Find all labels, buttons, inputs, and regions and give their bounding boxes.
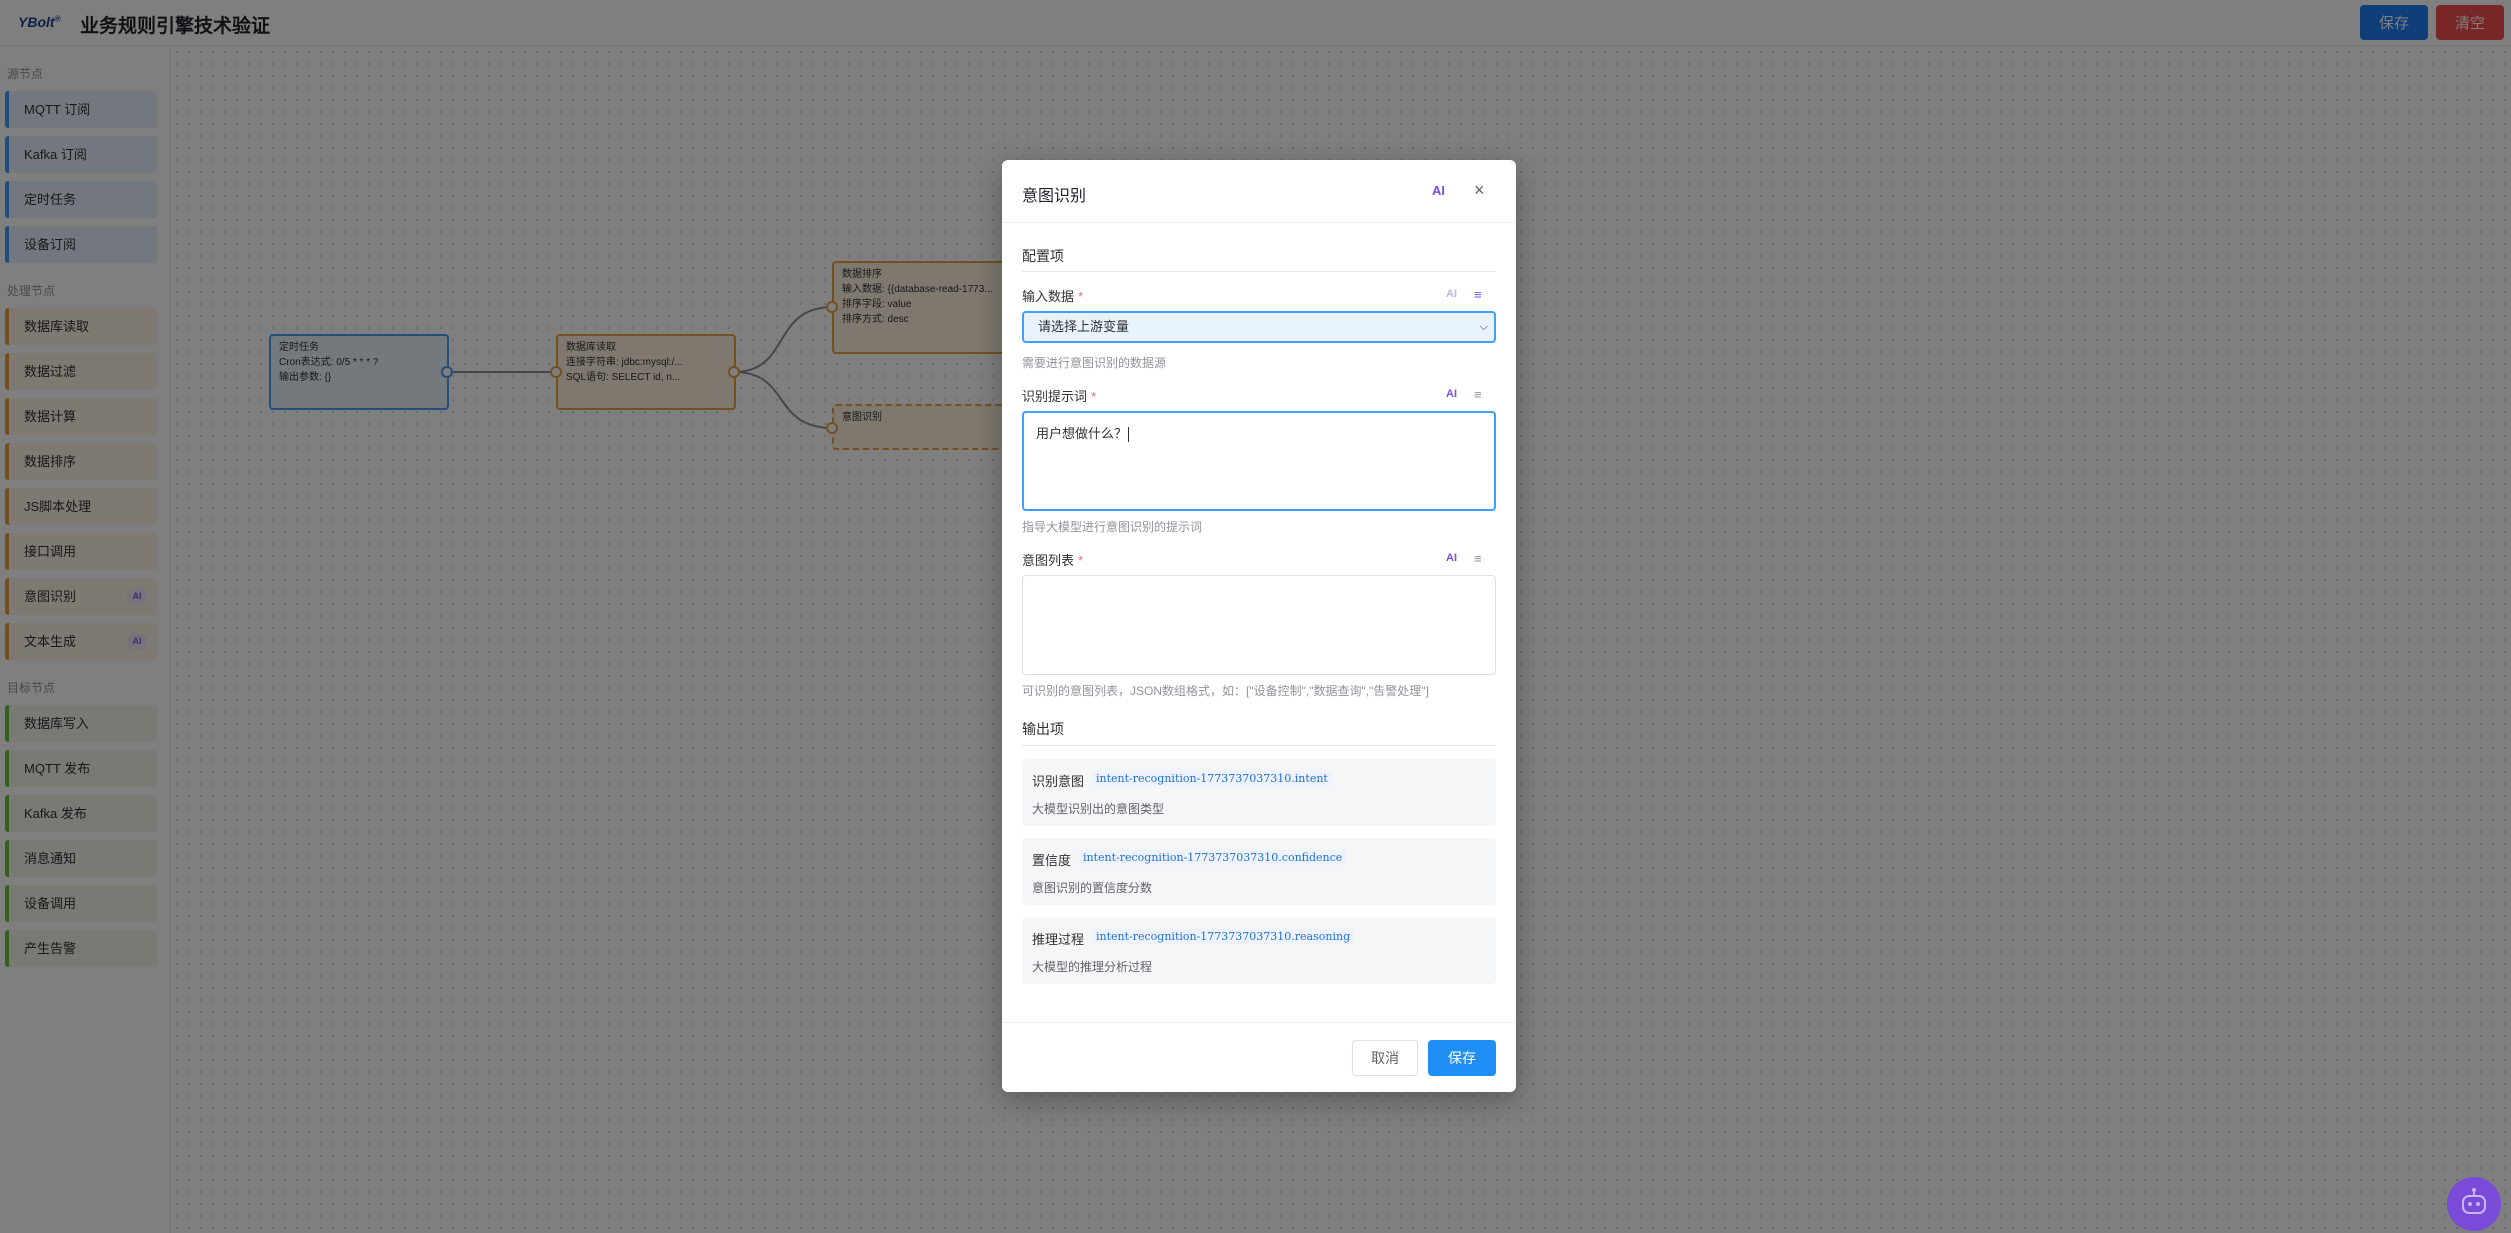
output-desc: 大模型识别出的意图类型 [1032, 802, 1165, 816]
output-variable-code[interactable]: intent-recognition-1773737037310.intent [1092, 771, 1332, 786]
ai-icon[interactable]: AI [1446, 552, 1457, 564]
output-name: 推理过程 [1032, 932, 1085, 947]
cancel-button[interactable]: 取消 [1352, 1040, 1418, 1076]
required-mark: * [1078, 553, 1084, 568]
chevron-down-icon: ⌵ [1479, 321, 1488, 333]
close-icon[interactable]: × [1474, 180, 1485, 201]
output-variable-code[interactable]: intent-recognition-1773737037310.confide… [1079, 850, 1347, 865]
output-name: 识别意图 [1032, 774, 1085, 789]
output-variable-code[interactable]: intent-recognition-1773737037310.reasoni… [1092, 929, 1355, 944]
format-list-icon[interactable]: ≡ [1474, 552, 1482, 565]
prompt-text: 用户想做什么？ [1036, 427, 1128, 442]
select-value: 请选择上游变量 [1038, 319, 1130, 334]
intent-list-textarea[interactable] [1022, 575, 1496, 675]
format-list-icon[interactable]: ≡ [1474, 288, 1482, 301]
robot-icon [2462, 1188, 2486, 1214]
divider [1002, 222, 1516, 223]
output-name: 置信度 [1032, 853, 1072, 868]
save-button[interactable]: 保存 [1428, 1040, 1496, 1076]
output-desc: 意图识别的置信度分数 [1032, 881, 1153, 895]
prompt-label: 识别提示词 * [1022, 389, 1097, 404]
divider [1022, 745, 1496, 746]
output-item-confidence: 置信度 intent-recognition-1773737037310.con… [1022, 838, 1496, 905]
output-item-intent: 识别意图 intent-recognition-1773737037310.in… [1022, 759, 1496, 826]
ai-assist-button[interactable]: AI [1432, 183, 1445, 198]
divider [1002, 1022, 1516, 1023]
output-desc: 大模型的推理分析过程 [1032, 960, 1153, 974]
ai-assistant-button[interactable] [2447, 1177, 2501, 1231]
prompt-hint: 指导大模型进行意图识别的提示词 [1022, 520, 1203, 534]
intent-recognition-dialog: 意图识别 AI × 配置项 输入数据 * AI ≡ 请选择上游变量 ⌵ 需要进行意… [1002, 160, 1516, 1092]
required-mark: * [1078, 289, 1084, 304]
dialog-title: 意图识别 [1022, 188, 1087, 205]
divider [1022, 271, 1496, 272]
intent-list-hint: 可识别的意图列表，JSON数组格式，如：["设备控制","数据查询","告警处理… [1022, 684, 1429, 698]
format-list-icon[interactable]: ≡ [1474, 388, 1482, 401]
input-data-hint: 需要进行意图识别的数据源 [1022, 356, 1167, 370]
intent-list-label: 意图列表 * [1022, 553, 1084, 568]
required-mark: * [1091, 389, 1097, 404]
output-section-title: 输出项 [1022, 721, 1064, 737]
output-item-reasoning: 推理过程 intent-recognition-1773737037310.re… [1022, 917, 1496, 984]
ai-icon[interactable]: AI [1446, 388, 1457, 400]
prompt-textarea[interactable]: 用户想做什么？ [1022, 411, 1496, 511]
input-data-label: 输入数据 * [1022, 289, 1084, 304]
input-data-select[interactable]: 请选择上游变量 ⌵ [1022, 311, 1496, 343]
config-section-title: 配置项 [1022, 248, 1064, 264]
ai-icon[interactable]: AI [1446, 288, 1457, 300]
